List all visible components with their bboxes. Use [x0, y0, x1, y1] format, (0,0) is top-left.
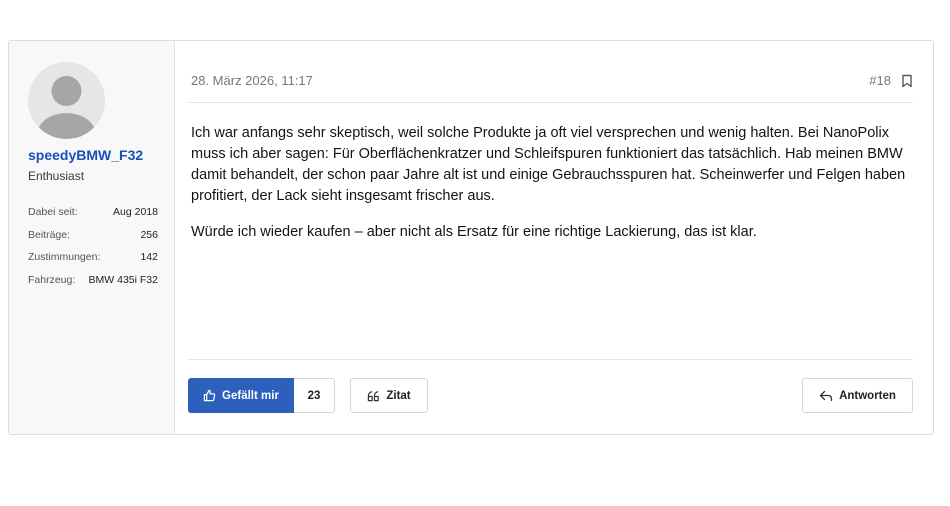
- post-body: Ich war anfangs sehr skeptisch, weil sol…: [191, 123, 911, 243]
- user-sidebar: speedyBMW_F32 Enthusiast Dabei seit: Aug…: [9, 41, 175, 434]
- quote-label: Zitat: [386, 389, 411, 402]
- stat-row-posts: Beiträge: 256: [28, 229, 158, 252]
- quote-button[interactable]: Zitat: [350, 378, 428, 413]
- post-date[interactable]: 28. März 2026, 11:17: [191, 73, 313, 88]
- quote-icon: [367, 390, 380, 402]
- post-paragraph: Ich war anfangs sehr skeptisch, weil sol…: [191, 125, 906, 204]
- stat-row-vehicle: Fahrzeug: BMW 435i F32: [28, 274, 158, 297]
- avatar[interactable]: [28, 62, 105, 139]
- like-count[interactable]: 23: [294, 378, 335, 413]
- stat-label: Fahrzeug:: [28, 273, 76, 286]
- user-title: Enthusiast: [28, 169, 85, 183]
- post-number[interactable]: #18: [869, 73, 891, 88]
- reply-button[interactable]: Antworten: [802, 378, 913, 413]
- stat-row-reactions: Zustimmungen: 142: [28, 251, 158, 274]
- stat-label: Beiträge:: [28, 228, 71, 241]
- post-meta: 28. März 2026, 11:17 #18: [188, 63, 913, 103]
- username[interactable]: speedyBMW_F32: [28, 147, 143, 163]
- stat-value: BMW 435i F32: [88, 273, 158, 286]
- reply-icon: [819, 390, 833, 402]
- post-paragraph: Würde ich wieder kaufen – aber nicht als…: [191, 224, 757, 240]
- stat-value: Aug 2018: [113, 206, 158, 218]
- post-footer-divider: [188, 359, 913, 360]
- like-button[interactable]: Gefällt mir: [188, 378, 294, 413]
- stat-value: 256: [140, 228, 158, 241]
- stat-label: Zustimmungen:: [28, 251, 101, 263]
- user-stats: Dabei seit: Aug 2018 Beiträge: 256 Zusti…: [28, 206, 158, 296]
- default-avatar-icon: [28, 62, 105, 139]
- forum-post: speedyBMW_F32 Enthusiast Dabei seit: Aug…: [8, 40, 934, 435]
- stat-label: Dabei seit:: [28, 206, 78, 218]
- like-group: Gefällt mir 23: [188, 378, 335, 413]
- stat-value: 142: [140, 251, 158, 263]
- thumbs-up-icon: [203, 389, 216, 402]
- post-content: 28. März 2026, 11:17 #18 Ich war anfangs…: [188, 41, 913, 434]
- bookmark-icon[interactable]: [901, 74, 913, 88]
- stat-row-joined: Dabei seit: Aug 2018: [28, 206, 158, 229]
- like-label: Gefällt mir: [222, 389, 279, 402]
- reply-label: Antworten: [839, 389, 896, 402]
